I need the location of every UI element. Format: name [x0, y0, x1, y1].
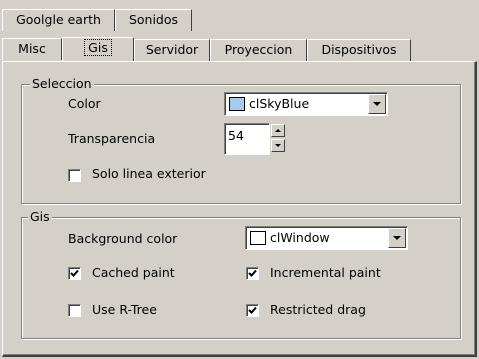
outline-label: Solo linea exterior [92, 166, 206, 181]
transparency-value: 54 [228, 128, 244, 143]
use-rtree-label: Use R-Tree [92, 302, 157, 317]
tab-gis[interactable]: Gis [62, 37, 134, 61]
tab-servidor[interactable]: Servidor [134, 39, 210, 61]
tab-sonidos[interactable]: Sonidos [115, 9, 192, 31]
background-color-value: clWindow [270, 230, 330, 245]
tab-label: Misc [18, 41, 46, 56]
transparency-label: Transparencia [68, 131, 156, 146]
background-color-swatch [250, 231, 266, 245]
tab-label: Proyeccion [224, 42, 293, 57]
tab-google-earth[interactable]: Goolgle earth [2, 9, 115, 31]
background-color-dropdown-button[interactable] [388, 228, 406, 248]
chevron-down-icon [393, 236, 401, 240]
tab-label: Gis [84, 39, 112, 56]
tab-label: Sonidos [128, 12, 179, 27]
arrow-down-icon [275, 144, 281, 147]
transparency-spin-up[interactable] [271, 124, 285, 137]
arrow-up-icon [275, 129, 281, 132]
background-color-combo[interactable]: clWindow [245, 226, 408, 250]
background-color-label: Background color [68, 231, 178, 246]
color-label: Color [68, 96, 101, 111]
tab-dispositivos[interactable]: Dispositivos [307, 39, 411, 61]
color-swatch [229, 97, 245, 111]
gis-group-title: Gis [28, 209, 52, 224]
chevron-down-icon [373, 102, 381, 106]
incremental-paint-checkbox[interactable] [246, 267, 259, 280]
outline-checkbox[interactable] [68, 169, 81, 182]
checkmark-icon [248, 306, 257, 314]
color-combo[interactable]: clSkyBlue [224, 92, 388, 116]
use-rtree-checkbox[interactable] [68, 304, 81, 317]
tab-label: Servidor [145, 42, 199, 57]
color-dropdown-button[interactable] [368, 94, 386, 114]
transparency-input[interactable]: 54 [224, 123, 270, 155]
restricted-drag-label: Restricted drag [270, 302, 366, 317]
checkmark-icon [70, 269, 79, 277]
incremental-paint-label: Incremental paint [270, 265, 381, 280]
restricted-drag-checkbox[interactable] [246, 304, 259, 317]
tab-misc[interactable]: Misc [2, 38, 62, 60]
transparency-spin-down[interactable] [271, 139, 285, 152]
seleccion-group-title: Seleccion [30, 76, 94, 91]
cached-paint-checkbox[interactable] [68, 267, 81, 280]
tab-label: Dispositivos [321, 42, 397, 57]
tab-proyeccion[interactable]: Proyeccion [210, 39, 307, 61]
checkmark-icon [248, 269, 257, 277]
color-value: clSkyBlue [249, 96, 310, 111]
cached-paint-label: Cached paint [92, 265, 175, 280]
tab-label: Goolgle earth [16, 12, 101, 27]
